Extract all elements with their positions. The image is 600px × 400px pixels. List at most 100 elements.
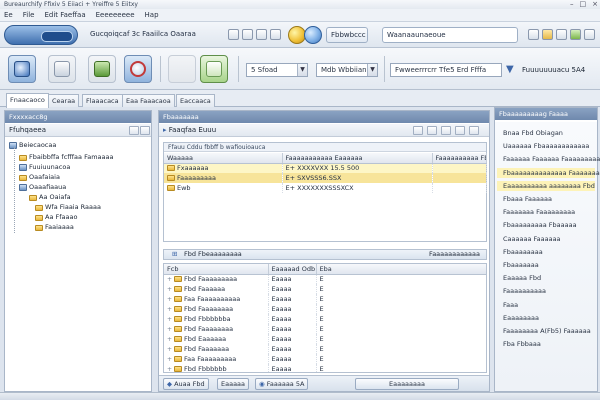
expand-icon[interactable]: +	[167, 346, 172, 353]
task-link[interactable]: Faaaaaaaa A(Fb5) Faaaaaa	[503, 326, 591, 336]
table-row[interactable]: + Fbd Faaaaaaaa Eaaaa E	[164, 304, 486, 314]
menu-icon[interactable]	[584, 29, 595, 40]
forward-icon[interactable]	[242, 29, 253, 40]
task-link[interactable]: Fbaaaaaaa	[503, 260, 539, 270]
table-row[interactable]: Faaaaaaaaa E+ SXVSSS6.SSX	[164, 173, 487, 183]
column-header[interactable]: Fcb	[164, 264, 269, 275]
menu-item-file[interactable]: File	[23, 11, 35, 19]
task-link[interactable]: Fbaaaaaaaaaaaaaa Faaaaaaa	[497, 167, 600, 178]
collapse-icon[interactable]	[129, 126, 139, 135]
tree-item[interactable]: Faaiaaaa	[35, 223, 74, 232]
chevron-down-icon[interactable]: ▼	[297, 64, 307, 76]
profile-select[interactable]: Fwweerrrcrr Tfe5 Erd Ffffa	[390, 63, 502, 77]
filter-select[interactable]: Mdb Wbbiiano ▼	[316, 63, 378, 77]
task-link[interactable]: Caaaaaa Faaaaaa	[503, 234, 561, 244]
table-row[interactable]: + Fbd Faaaaaaaa Eaaaa E	[164, 324, 486, 334]
path-segment[interactable]: Fbbwbccc	[326, 27, 368, 43]
action-button-3[interactable]: ◉ Faaaaaa 5A	[255, 378, 309, 390]
column-header[interactable]: Faaaaaaaaaa Fbbbbbu	[432, 153, 487, 164]
tab-1[interactable]: Fnaacaoco	[6, 93, 49, 108]
table-row[interactable]: + Fbd Fbbbbbb Eaaaa E	[164, 364, 486, 373]
menu-item-help[interactable]: Hap	[145, 11, 159, 19]
table-row[interactable]: + Fbd Eaaaaaa Eaaaa E	[164, 334, 486, 344]
expand-icon[interactable]: ⊞	[172, 250, 177, 259]
settings-icon[interactable]	[469, 126, 479, 135]
mode-select[interactable]: 5 Sfoad ▼	[246, 63, 308, 77]
task-link[interactable]: Fba Fbbaaa	[503, 339, 541, 349]
minimize-button[interactable]: –	[570, 0, 574, 9]
task-link[interactable]: Fbaaaaaaaaa Fbaaaaa	[503, 220, 577, 230]
task-link[interactable]: Faaaaaaaaaa	[503, 286, 546, 296]
table-row[interactable]: + Fbd Faaaaaaaaa Eaaaa E	[164, 274, 486, 284]
expand-icon[interactable]: +	[167, 296, 172, 303]
tree-item[interactable]: Fbaibbffa fcfffaa Famaaaa	[19, 153, 113, 162]
group-icon[interactable]	[427, 126, 437, 135]
tab-5[interactable]: Eaccaaca	[176, 94, 215, 107]
views-icon[interactable]	[556, 29, 567, 40]
column-icon[interactable]	[441, 126, 451, 135]
pin-icon[interactable]	[140, 126, 150, 135]
tree-root[interactable]: Beiecaocaa	[9, 141, 56, 150]
tab-3[interactable]: Flaaacaca	[82, 94, 123, 107]
address-input[interactable]: Waanaaunaeoue	[382, 27, 518, 43]
column-header[interactable]: Faaaaaaaaaaa Eaaaaaa	[282, 153, 433, 164]
home-icon[interactable]	[270, 29, 281, 40]
table-row[interactable]: + Fbd Fbbbbbba Eaaaa E	[164, 314, 486, 324]
table-row[interactable]: + Faa Faaaaaaaaaa Eaaaa E	[164, 294, 486, 304]
table-row[interactable]: + Fbd Faaaaaa Eaaaa E	[164, 284, 486, 294]
chevron-down-icon[interactable]: ▼	[367, 64, 377, 76]
sync-button[interactable]	[124, 55, 152, 83]
task-link[interactable]: Bnaa Fbd Obiagan	[503, 128, 563, 138]
tree-item[interactable]: Oaaafiaaua	[19, 183, 66, 192]
expand-icon[interactable]: +	[167, 336, 172, 343]
task-link[interactable]: Fbaaa Faaaaaa	[503, 194, 552, 204]
task-link[interactable]: Eaaaaaaaaaa aaaaaaaa Fbd	[497, 180, 595, 191]
table-row[interactable]: Fxaaaaaa E+ XXXXVXX 15.5 500	[164, 163, 487, 173]
table-row[interactable]: Ewb E+ XXXXXXXSSSXCX	[164, 183, 487, 193]
folder-up-icon[interactable]	[528, 29, 539, 40]
task-link[interactable]: Fbaaaaaaaa	[503, 247, 543, 257]
breadcrumb[interactable]: Gucqoiqcaf 3c Faaiilca Oaaraa	[86, 27, 216, 43]
image-button[interactable]	[88, 55, 116, 83]
table-row[interactable]: + Faa Faaaaaaaaa Eaaaa E	[164, 354, 486, 364]
action-button-1[interactable]: ◆ Auaa Fbd	[163, 378, 209, 390]
filter-icon[interactable]: ▼	[506, 63, 516, 77]
table-row[interactable]: + Fbd Faaaaaaa Eaaaa E	[164, 344, 486, 354]
options-icon[interactable]	[570, 29, 581, 40]
export-icon[interactable]	[455, 126, 465, 135]
expand-icon[interactable]: +	[167, 306, 172, 313]
tree-item[interactable]: Fuuiuunacoa	[19, 163, 70, 172]
column-header[interactable]: Waaaaa	[164, 153, 283, 164]
task-link[interactable]: Eaaaaa Fbd	[503, 273, 541, 283]
run-button[interactable]	[200, 55, 228, 83]
action-button-2[interactable]: Eaaaaa	[217, 378, 250, 390]
tree-item[interactable]: Aa Ffaaao	[35, 213, 77, 222]
expand-icon[interactable]: +	[167, 316, 172, 323]
menu-item-edit[interactable]: Edit Faeffaa	[44, 11, 85, 19]
refresh-icon[interactable]	[256, 29, 267, 40]
expand-icon[interactable]: +	[167, 366, 172, 373]
task-link[interactable]: Faaaaaaa Faaaaaaaaa	[503, 207, 575, 217]
network-icon[interactable]	[304, 26, 322, 44]
connect-button[interactable]	[8, 55, 36, 83]
tab-4[interactable]: Eaa Faaacaoa	[122, 94, 175, 107]
column-header[interactable]: Eaaaaad Odb	[268, 264, 317, 275]
task-link[interactable]: Faaa	[503, 300, 518, 310]
expand-icon[interactable]: +	[167, 356, 172, 363]
tab-2[interactable]: Cearaa	[48, 94, 80, 107]
task-link[interactable]: Faaaaaa Faaaaaa Faaaaaaaaa	[503, 154, 600, 164]
expand-icon[interactable]: +	[167, 326, 172, 333]
disk-button[interactable]	[48, 55, 76, 83]
tree-item[interactable]: Oaafaiaia	[19, 173, 60, 182]
maximize-button[interactable]: □	[580, 0, 587, 9]
tree-item[interactable]: Wfa Fiaaia Raaaa	[35, 203, 101, 212]
task-link[interactable]: Eaaaaaaaa	[503, 313, 539, 323]
tree-item[interactable]: Aa Oaiafa	[29, 193, 71, 202]
expand-icon[interactable]: +	[167, 286, 172, 293]
task-link[interactable]: Uaaaaaa Fbaaaaaaaaaaaa	[503, 141, 589, 151]
action-button-4[interactable]: Eaaaaaaaa	[355, 378, 459, 390]
close-button[interactable]: ×	[592, 0, 598, 9]
favorites-icon[interactable]	[542, 29, 553, 40]
sort-icon[interactable]	[413, 126, 423, 135]
menu-item-ee[interactable]: Ee	[4, 11, 13, 19]
